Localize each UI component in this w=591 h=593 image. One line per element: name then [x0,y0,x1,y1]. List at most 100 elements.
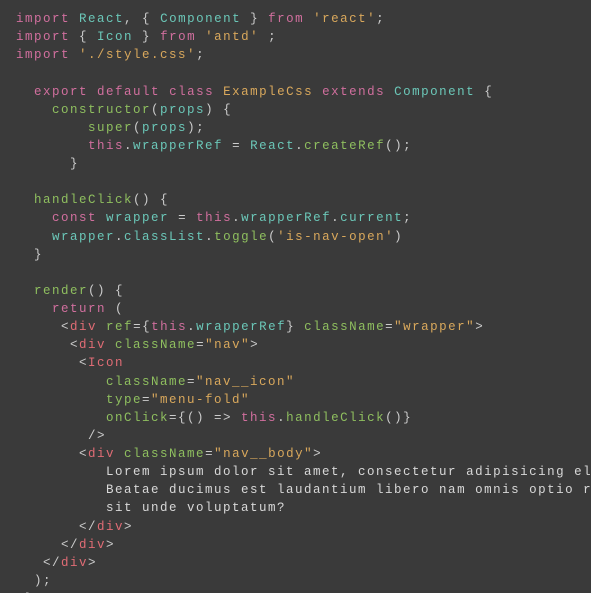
token-punc [16,121,88,135]
token-punc: } [241,12,268,26]
token-punc: } [286,320,304,334]
token-punc: ; [403,211,412,225]
token-kw: import [16,30,70,44]
token-kw: default [97,85,160,99]
token-punc [304,12,313,26]
token-str: 'react' [313,12,376,26]
token-punc [106,338,115,352]
token-kw: this [241,411,277,425]
code-line: Beatae ducimus est laudantium libero nam… [16,483,591,497]
code-line: constructor(props) { [16,103,232,117]
token-punc [16,103,52,117]
token-str: './style.css' [79,48,196,62]
token-punc [160,85,169,99]
token-fn: handleClick [286,411,385,425]
token-id: props [160,103,205,117]
code-line: super(props); [16,121,205,135]
token-punc: ; [259,30,277,44]
code-line: import { Icon } from 'antd' ; [16,30,277,44]
token-kw: import [16,12,70,26]
code-line: wrapper.classList.toggle('is-nav-open') [16,230,403,244]
code-line: ); [16,574,52,588]
token-punc: () { [88,284,124,298]
token-id: wrapperRef [241,211,331,225]
token-punc [16,85,34,99]
token-punc: ()} [385,411,412,425]
token-punc [97,211,106,225]
token-attr: className [304,320,385,334]
token-txt: Lorem ipsum dolor sit amet, consectetur … [106,465,591,479]
token-id: Component [160,12,241,26]
token-kw: this [151,320,187,334]
token-id: classList [124,230,205,244]
code-line: className="nav__icon" [16,375,295,389]
token-punc: . [331,211,340,225]
code-line: sit unde voluptatum? [16,501,286,515]
token-punc: </ [16,556,61,570]
token-punc: ); [187,121,205,135]
token-punc: . [187,320,196,334]
token-fn: toggle [214,230,268,244]
token-fn: render [34,284,88,298]
code-line: </div> [16,520,133,534]
token-tag: div [88,447,115,461]
token-punc [16,411,106,425]
code-line: <div className="nav"> [16,338,259,352]
token-punc: > [88,556,97,570]
token-txt: Beatae ducimus est laudantium libero nam… [106,483,591,497]
token-attr: type [106,393,142,407]
token-punc [16,139,88,153]
token-punc: . [115,230,124,244]
token-punc: </ [16,520,97,534]
token-attr: onClick [106,411,169,425]
token-punc: { [70,30,97,44]
token-tag: div [97,520,124,534]
token-punc: ; [196,48,205,62]
code-line: } [16,248,43,262]
token-punc: ={ [133,320,151,334]
token-punc [70,12,79,26]
token-punc [16,193,34,207]
token-punc: > [313,447,322,461]
code-line: return ( [16,302,124,316]
token-punc [196,30,205,44]
token-attr: className [106,375,187,389]
token-punc: ); [16,574,52,588]
code-line: } [16,157,79,171]
token-punc [16,211,52,225]
token-kw: this [196,211,232,225]
token-kw: import [16,48,70,62]
token-punc: ( [151,103,160,117]
token-punc [70,48,79,62]
token-punc: } [133,30,160,44]
token-punc: () { [133,193,169,207]
code-line: import './style.css'; [16,48,205,62]
token-punc [16,284,34,298]
token-fn: super [88,121,133,135]
token-kw: return [52,302,106,316]
token-punc: > [475,320,484,334]
token-punc: } [16,248,43,262]
code-line: const wrapper = this.wrapperRef.current; [16,211,412,225]
code-line: import React, { Component } from 'react'… [16,12,385,26]
token-punc: . [205,230,214,244]
token-attr: className [124,447,205,461]
code-line: <Icon [16,356,124,370]
token-txt: sit unde voluptatum? [106,501,286,515]
token-punc: , { [124,12,160,26]
token-punc: ) { [205,103,232,117]
token-id: Icon [97,30,133,44]
code-line: onClick={() => this.handleClick()} [16,411,412,425]
token-str: 'is-nav-open' [277,230,394,244]
token-kw: extends [322,85,385,99]
token-kw: const [52,211,97,225]
token-punc [16,302,52,316]
token-punc [115,447,124,461]
token-punc: </ [16,538,79,552]
token-attrval: "nav__icon" [196,375,295,389]
token-punc [16,501,106,515]
token-punc [16,483,106,497]
token-id: wrapper [106,211,169,225]
token-id: props [142,121,187,135]
token-tag: div [70,320,97,334]
